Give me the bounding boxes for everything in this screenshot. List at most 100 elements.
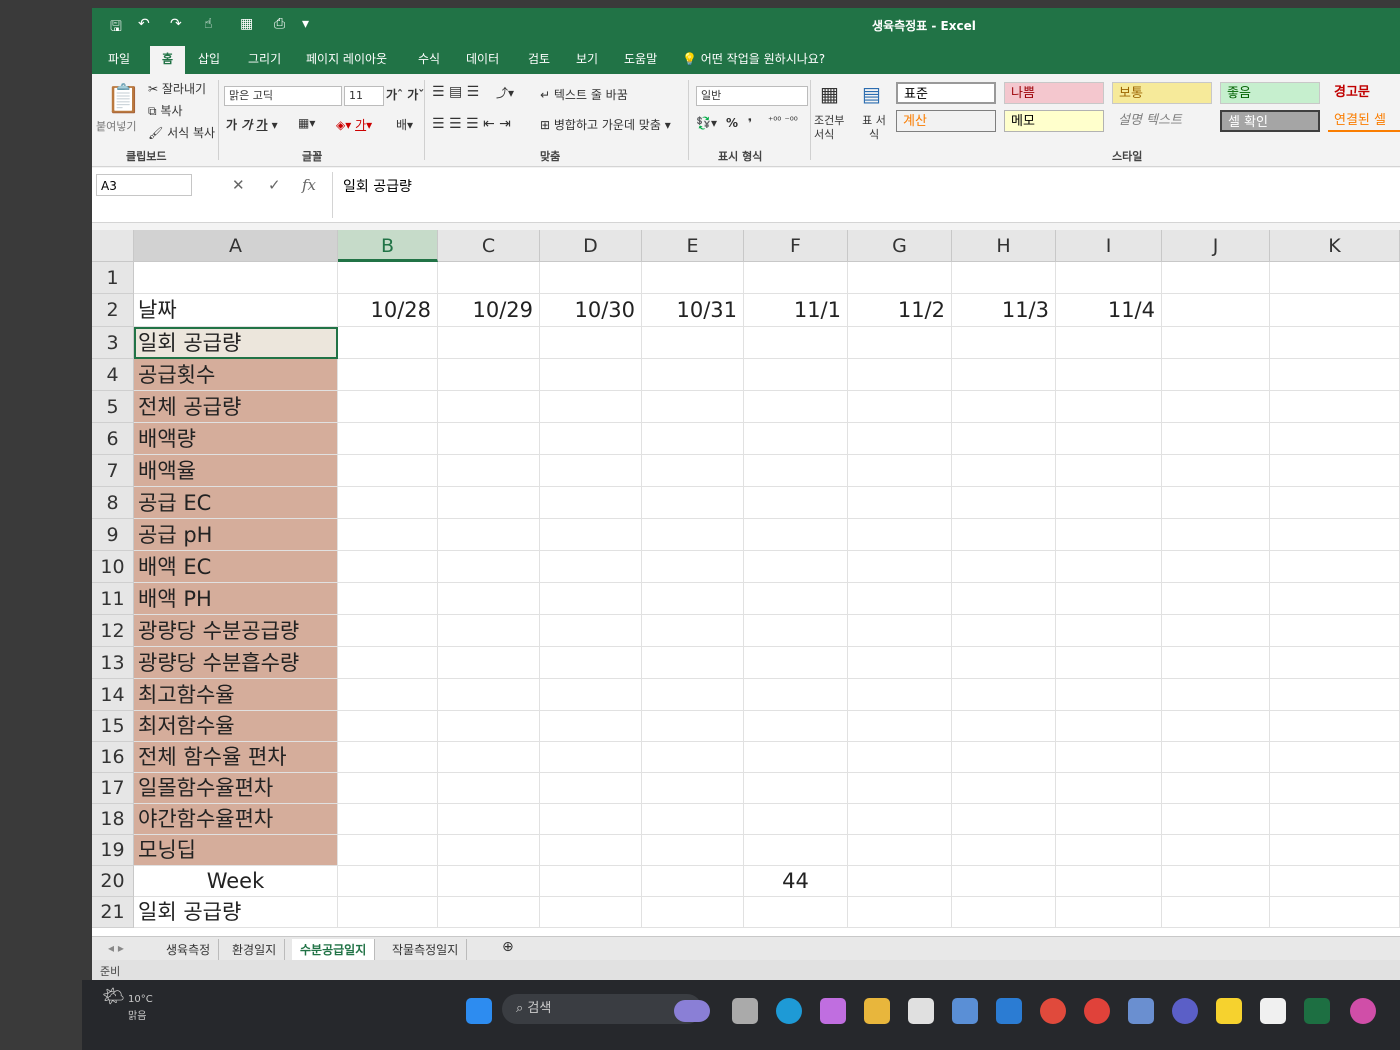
row-header-13[interactable]: 13	[92, 647, 134, 679]
weather-widget[interactable]: 🌤 10°C 맑음	[102, 986, 153, 1022]
cell-I3[interactable]	[1056, 327, 1162, 359]
cell-E14[interactable]	[642, 679, 744, 711]
row-header-14[interactable]: 14	[92, 679, 134, 711]
cell-K11[interactable]	[1270, 583, 1400, 615]
conditional-format-icon[interactable]: ▦	[820, 82, 839, 106]
style-check-cell[interactable]: 셀 확인	[1220, 110, 1320, 132]
cell-K12[interactable]	[1270, 615, 1400, 647]
cell-I11[interactable]	[1056, 583, 1162, 615]
cell-K9[interactable]	[1270, 519, 1400, 551]
number-format-combo[interactable]: 일반	[696, 86, 808, 106]
comma-icon[interactable]: ❜	[748, 116, 752, 130]
sheet-nav-icon[interactable]: ◂ ▸	[100, 939, 132, 957]
cell-C6[interactable]	[438, 423, 540, 455]
formula-input[interactable]: 일회 공급량	[332, 172, 1392, 218]
copilot-icon[interactable]	[820, 998, 846, 1024]
cell-H15[interactable]	[952, 711, 1056, 742]
conditional-format-button[interactable]: 조건부 서식	[814, 114, 854, 142]
cell-D11[interactable]	[540, 583, 642, 615]
cell-F1[interactable]	[744, 262, 848, 294]
cell-E9[interactable]	[642, 519, 744, 551]
date-header-cell[interactable]: 10/29	[438, 294, 540, 327]
row-header-21[interactable]: 21	[92, 897, 134, 928]
cell-B15[interactable]	[338, 711, 438, 742]
row-label-cell[interactable]: 최고함수율	[134, 679, 338, 711]
cell-I1[interactable]	[1056, 262, 1162, 294]
decimal-icons[interactable]: ⁺⁰⁰ ⁻⁰⁰	[768, 116, 798, 127]
cell-J10[interactable]	[1162, 551, 1270, 583]
cell-J21[interactable]	[1162, 897, 1270, 928]
cell-A20-week[interactable]: Week	[134, 866, 338, 897]
sheet-tab-crop[interactable]: 작물측정일지	[384, 939, 468, 960]
cell-F17[interactable]	[744, 773, 848, 804]
cell-K4[interactable]	[1270, 359, 1400, 391]
cell-I9[interactable]	[1056, 519, 1162, 551]
tab-view[interactable]: 보기	[576, 50, 598, 67]
select-all-corner[interactable]	[92, 230, 134, 262]
style-note[interactable]: 메모	[1004, 110, 1104, 132]
insert-function-button[interactable]: fx	[302, 176, 316, 194]
row-label-cell[interactable]: 공급 EC	[134, 487, 338, 519]
cell-K15[interactable]	[1270, 711, 1400, 742]
cell-I19[interactable]	[1056, 835, 1162, 866]
align-top-icon[interactable]: ☰ ▤ ☰	[432, 84, 479, 100]
row-label-cell[interactable]: 공급 pH	[134, 519, 338, 551]
cell-J11[interactable]	[1162, 583, 1270, 615]
column-header-A[interactable]: A	[134, 230, 338, 262]
cell-D9[interactable]	[540, 519, 642, 551]
cell-F4[interactable]	[744, 359, 848, 391]
cell-K8[interactable]	[1270, 487, 1400, 519]
cell-K13[interactable]	[1270, 647, 1400, 679]
row-label-cell[interactable]: 일회 공급량	[134, 327, 338, 359]
cell-J17[interactable]	[1162, 773, 1270, 804]
date-header-cell[interactable]: 10/30	[540, 294, 642, 327]
cell-H11[interactable]	[952, 583, 1056, 615]
cell-J19[interactable]	[1162, 835, 1270, 866]
font-name-combo[interactable]: 맑은 고딕	[224, 86, 342, 106]
tab-home[interactable]: 홈	[150, 46, 186, 75]
cell-E7[interactable]	[642, 455, 744, 487]
cell-D13[interactable]	[540, 647, 642, 679]
copy-button[interactable]: ⧉ 복사	[148, 102, 183, 119]
orientation-icon[interactable]: ⤴▾	[496, 84, 514, 101]
row-label-cell[interactable]: 배액율	[134, 455, 338, 487]
row-label-cell[interactable]: 배액 EC	[134, 551, 338, 583]
borders-icon[interactable]: ▦	[240, 16, 253, 32]
row-label-cell[interactable]: 공급횟수	[134, 359, 338, 391]
row-header-4[interactable]: 4	[92, 359, 134, 391]
cell-B7[interactable]	[338, 455, 438, 487]
taskbar-search[interactable]: ⌕ 검색	[502, 994, 702, 1024]
cell-G21[interactable]	[848, 897, 952, 928]
cell-J3[interactable]	[1162, 327, 1270, 359]
cell-B14[interactable]	[338, 679, 438, 711]
tab-page-layout[interactable]: 페이지 레이아웃	[306, 50, 387, 67]
cell-E21[interactable]	[642, 897, 744, 928]
row-header-16[interactable]: 16	[92, 742, 134, 773]
style-good[interactable]: 좋음	[1220, 82, 1320, 104]
cell-H19[interactable]	[952, 835, 1056, 866]
cell-H17[interactable]	[952, 773, 1056, 804]
style-warning[interactable]: 경고문	[1328, 82, 1400, 104]
cell-H20[interactable]	[952, 866, 1056, 897]
store-icon[interactable]	[908, 998, 934, 1024]
row-header-5[interactable]: 5	[92, 391, 134, 423]
format-painter-button[interactable]: 🖌 서식 복사	[148, 124, 215, 141]
percent-button[interactable]: %	[726, 116, 738, 130]
name-box[interactable]: A3	[96, 174, 192, 196]
tab-insert[interactable]: 삽입	[198, 50, 220, 67]
column-header-J[interactable]: J	[1162, 230, 1270, 262]
cell-I15[interactable]	[1056, 711, 1162, 742]
cell-D4[interactable]	[540, 359, 642, 391]
cell-I5[interactable]	[1056, 391, 1162, 423]
sheet-tab-irrigation[interactable]: 수분공급일지	[292, 939, 376, 962]
cell-E18[interactable]	[642, 804, 744, 835]
cell-G20[interactable]	[848, 866, 952, 897]
row-header-9[interactable]: 9	[92, 519, 134, 551]
cell-H16[interactable]	[952, 742, 1056, 773]
kakaotalk-icon[interactable]	[1216, 998, 1242, 1024]
cell-A21[interactable]: 일회 공급량	[134, 897, 338, 928]
style-bad[interactable]: 나쁨	[1004, 82, 1104, 104]
cell-week-number[interactable]: 44	[744, 866, 848, 897]
cell-B3[interactable]	[338, 327, 438, 359]
cell-I10[interactable]	[1056, 551, 1162, 583]
